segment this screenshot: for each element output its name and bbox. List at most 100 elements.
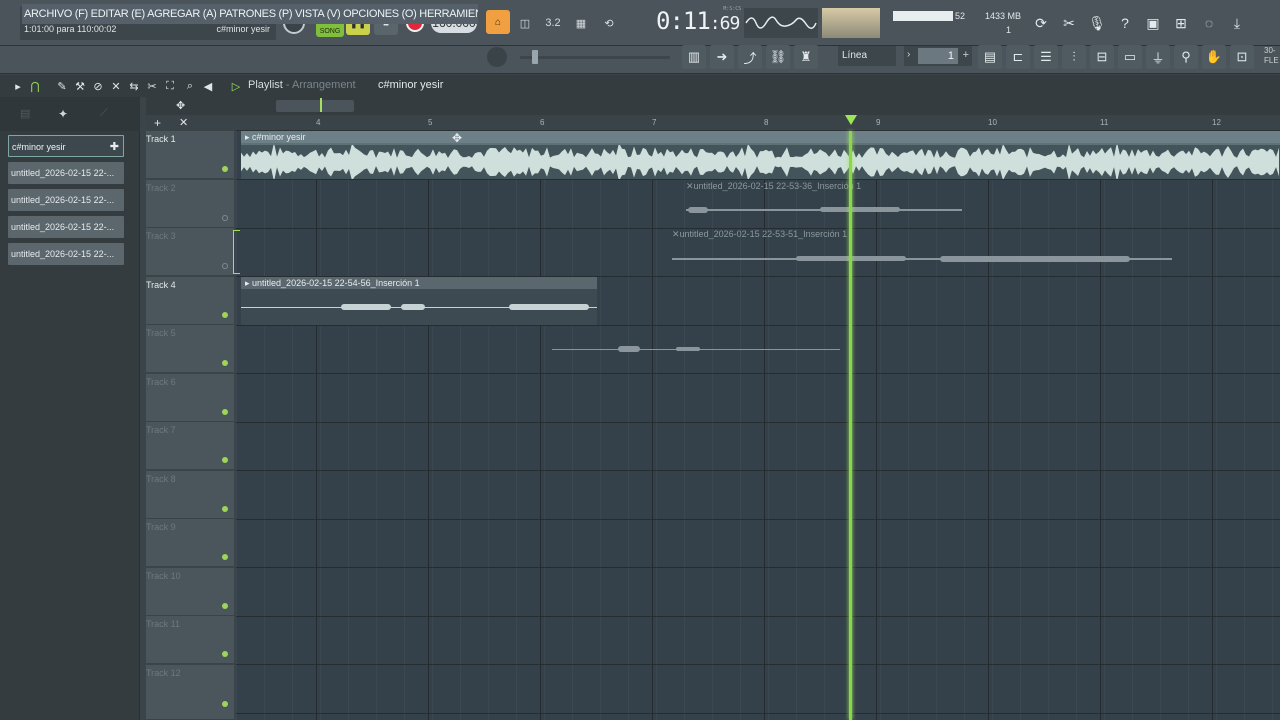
pattern-add-icon[interactable]: + bbox=[963, 49, 969, 61]
pitch-slider-handle[interactable] bbox=[532, 50, 538, 64]
track-mute-led[interactable] bbox=[222, 312, 228, 318]
chat-icon[interactable]: ◌ bbox=[1197, 11, 1221, 35]
loop-record-icon[interactable]: ⟲ bbox=[598, 12, 620, 34]
playlist-lanes[interactable] bbox=[236, 131, 1280, 720]
picker-item[interactable]: untitled_2026-02-15 22-... bbox=[8, 162, 124, 184]
track-header[interactable]: Track 2 bbox=[146, 180, 234, 228]
track-header[interactable]: Track 4 bbox=[146, 277, 234, 325]
zoom-icon[interactable]: ⌕ bbox=[182, 78, 198, 94]
picker-item[interactable]: c#minor yesir ✚ bbox=[8, 135, 124, 157]
track-header[interactable]: Track 9 bbox=[146, 519, 234, 567]
track-name: Track 4 bbox=[146, 280, 176, 290]
picker-add-icon[interactable]: ✚ bbox=[110, 136, 119, 156]
pattern-prev-icon[interactable]: › bbox=[907, 49, 910, 60]
timeline-ruler[interactable] bbox=[236, 115, 1280, 131]
track-header[interactable]: Track 10 bbox=[146, 568, 234, 616]
track-mute-led[interactable] bbox=[222, 457, 228, 463]
add-track-icon[interactable]: + bbox=[154, 116, 161, 130]
mute-icon[interactable]: ✕ bbox=[108, 78, 124, 94]
track-header[interactable]: Track 5 bbox=[146, 325, 234, 373]
track-mute-led[interactable] bbox=[222, 554, 228, 560]
playhead[interactable] bbox=[849, 131, 852, 720]
playhead-marker-icon[interactable] bbox=[845, 115, 857, 125]
muted-clip-title[interactable]: ✕untitled_2026-02-15 22-53-51_Inserción … bbox=[672, 229, 847, 240]
pattern-number[interactable]: 1 bbox=[918, 48, 958, 64]
plugin-database-icon[interactable]: ⏚ bbox=[1146, 45, 1170, 69]
pitch-slider-track[interactable] bbox=[520, 56, 670, 59]
piano-roll-icon[interactable]: ⊏ bbox=[1006, 45, 1030, 69]
shop-icon[interactable]: ⊡ bbox=[1230, 45, 1254, 69]
snap-select[interactable]: Línea bbox=[838, 46, 896, 66]
muted-clip-title[interactable]: ✕untitled_2026-02-15 22-53-36_Inserción … bbox=[686, 181, 861, 192]
track-mute-led[interactable] bbox=[222, 506, 228, 512]
audio-clip[interactable]: ▸ untitled_2026-02-15 22-54-56_Inserción… bbox=[241, 277, 597, 325]
save-icon[interactable]: ▣ bbox=[1141, 11, 1165, 35]
speaker-icon[interactable]: ◀ bbox=[200, 78, 216, 94]
track-mute-led[interactable] bbox=[222, 651, 228, 657]
refresh-icon[interactable]: ⟳ bbox=[1029, 11, 1053, 35]
plugin-icon[interactable]: ▭ bbox=[1118, 45, 1142, 69]
help-icon[interactable]: ? bbox=[1113, 11, 1137, 35]
pattern-selector[interactable]: › 1 + bbox=[904, 46, 972, 66]
touch-icon[interactable]: ✋ bbox=[1202, 45, 1226, 69]
oscilloscope-display[interactable] bbox=[744, 8, 818, 38]
master-pitch-knob[interactable] bbox=[487, 47, 507, 67]
track-mute-led[interactable] bbox=[222, 166, 228, 172]
piano-icon[interactable]: ▥ bbox=[682, 45, 706, 69]
tools-icon[interactable]: ✂ bbox=[1057, 11, 1081, 35]
track-mute-led[interactable] bbox=[222, 701, 228, 707]
playlist-menu-icon[interactable]: ▸ bbox=[10, 78, 26, 94]
track-header[interactable]: Track 7 bbox=[146, 422, 234, 470]
delete-icon[interactable]: ⊘ bbox=[90, 78, 106, 94]
select-icon[interactable]: ⛶ bbox=[162, 78, 178, 94]
stamp-icon[interactable]: ♜ bbox=[794, 45, 818, 69]
playlist-icon[interactable]: ▤ bbox=[978, 45, 1002, 69]
browser-icon[interactable]: ⊟ bbox=[1090, 45, 1114, 69]
lane-divider bbox=[236, 422, 1280, 423]
track-mute-led[interactable] bbox=[222, 409, 228, 415]
track-mute-led[interactable] bbox=[222, 360, 228, 366]
link-icon[interactable]: ⛓ bbox=[766, 45, 790, 69]
track-header[interactable]: Track 1 bbox=[146, 131, 234, 179]
picker-item[interactable]: untitled_2026-02-15 22-... bbox=[8, 216, 124, 238]
render-icon[interactable]: ⊞ bbox=[1169, 11, 1193, 35]
arrow-right-icon[interactable]: ➜ bbox=[710, 45, 734, 69]
track-header[interactable]: Track 8 bbox=[146, 471, 234, 519]
track-mute-led[interactable] bbox=[222, 263, 228, 269]
slip-icon[interactable]: ⇆ bbox=[126, 78, 142, 94]
picker-item[interactable]: untitled_2026-02-15 22-... bbox=[8, 189, 124, 211]
download-icon[interactable]: ⤓ bbox=[1225, 11, 1249, 35]
playlist-pattern[interactable]: c#minor yesir bbox=[378, 79, 443, 91]
picker-item[interactable]: untitled_2026-02-15 22-... bbox=[8, 243, 124, 265]
picker-automation-icon[interactable]: ⟋ bbox=[100, 107, 108, 120]
pencil-icon[interactable]: ✎ bbox=[54, 78, 70, 94]
pin-icon[interactable]: ⚲ bbox=[1174, 45, 1198, 69]
slice-icon[interactable]: ✂ bbox=[144, 78, 160, 94]
remove-track-icon[interactable]: ✕ bbox=[179, 116, 188, 129]
metronome-icon[interactable]: ⌂ bbox=[486, 10, 510, 34]
track-header[interactable]: Track 3 bbox=[146, 228, 234, 276]
step-edit-icon[interactable]: ▦ bbox=[570, 12, 592, 34]
main-menu[interactable]: ARCHIVO (F) EDITAR (E) AGREGAR (A) PATRO… bbox=[22, 4, 478, 24]
channel-rack-icon[interactable]: ☰ bbox=[1034, 45, 1058, 69]
countdown-icon[interactable]: 3.2 bbox=[542, 12, 564, 34]
track-header[interactable]: Track 6 bbox=[146, 374, 234, 422]
cpu-memory-panel[interactable]: 52 1433 MB 1 bbox=[893, 8, 1023, 38]
audio-clip[interactable]: ▸ c#minor yesir bbox=[241, 131, 1280, 179]
picker-audio-icon[interactable]: ✦ bbox=[58, 107, 68, 121]
picker-pattern-icon[interactable]: ▤ bbox=[20, 107, 30, 120]
magnet-icon[interactable]: ⋂ bbox=[27, 78, 43, 94]
wait-record-icon[interactable]: ◫ bbox=[514, 12, 536, 34]
track-mute-led[interactable] bbox=[222, 215, 228, 221]
microphone-icon[interactable]: 🎙︎ bbox=[1085, 11, 1109, 35]
draw-icon[interactable]: ⤴ bbox=[738, 45, 762, 69]
overview-thumb[interactable] bbox=[276, 100, 354, 112]
track-header[interactable]: Track 11 bbox=[146, 616, 234, 664]
playlist-drag-icon[interactable]: ✥ bbox=[176, 99, 185, 112]
paint-icon[interactable]: ⚒ bbox=[72, 78, 88, 94]
track-mute-led[interactable] bbox=[222, 603, 228, 609]
track-header[interactable]: Track 12 bbox=[146, 665, 234, 720]
playlist-play-icon[interactable]: ▷ bbox=[228, 78, 244, 94]
mixer-icon[interactable]: ⫶ bbox=[1062, 45, 1086, 69]
time-display[interactable]: 0:11:69 M:S:CS bbox=[656, 6, 741, 35]
